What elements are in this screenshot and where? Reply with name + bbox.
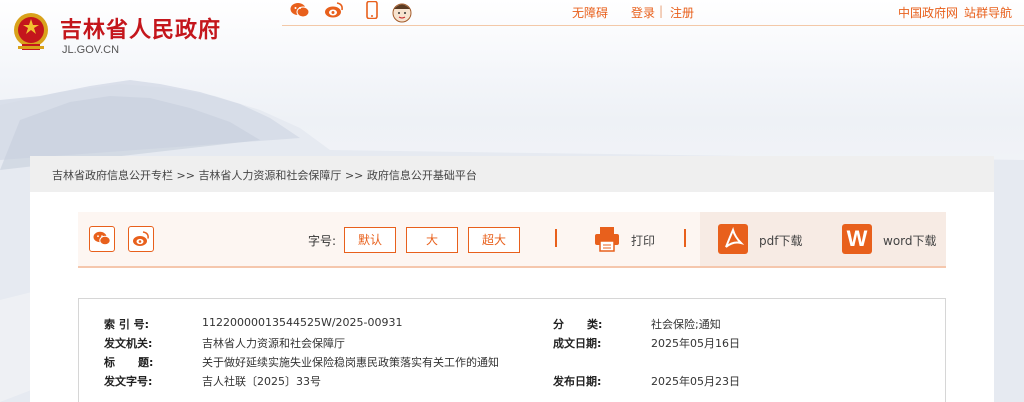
divider — [555, 229, 557, 247]
site-title[interactable]: 吉林省人民政府 — [60, 12, 221, 44]
breadcrumb-separator: >> — [344, 169, 364, 182]
login-link[interactable]: 登录 — [631, 4, 655, 21]
register-link[interactable]: 注册 — [670, 4, 694, 21]
china-gov-link[interactable]: 中国政府网 — [898, 4, 958, 21]
issuer-label: 发文机关: — [104, 337, 153, 350]
separator: | — [659, 4, 664, 18]
divider — [684, 229, 686, 247]
breadcrumb-item-hrss[interactable]: 吉林省人力资源和社会保障厅 — [198, 169, 341, 182]
category-value: 社会保险;通知 — [651, 318, 721, 331]
mobile-icon[interactable] — [362, 0, 382, 20]
font-large-button[interactable]: 大 — [406, 227, 458, 253]
share-wechat-button[interactable] — [89, 226, 115, 252]
accessibility-link[interactable]: 无障碍 — [572, 4, 608, 21]
doc-number-value: 吉人社联〔2025〕33号 — [202, 375, 321, 388]
publish-date-label: 发布日期: — [553, 375, 602, 388]
pdf-icon[interactable] — [718, 224, 748, 254]
mascot-icon[interactable] — [390, 1, 414, 23]
breadcrumb-item-info-column[interactable]: 吉林省政府信息公开专栏 — [52, 169, 173, 182]
top-bar: 无障碍 登录 | 注册 中国政府网 站群导航 — [282, 0, 1024, 26]
document-info-table: 索 引 号: 11220000013544525W/2025-00931 分 类… — [78, 298, 946, 402]
site-nav-link[interactable]: 站群导航 — [964, 4, 1012, 21]
issuer-value: 吉林省人力资源和社会保障厅 — [202, 337, 345, 350]
font-xlarge-button[interactable]: 超大 — [468, 227, 520, 253]
weibo-icon[interactable] — [324, 1, 344, 19]
breadcrumb-item-platform[interactable]: 政府信息公开基础平台 — [367, 169, 477, 182]
wechat-icon — [93, 231, 111, 246]
share-weibo-button[interactable] — [128, 226, 154, 252]
download-zone: pdf下载 W word下载 — [700, 212, 946, 266]
site-domain: JL.GOV.CN — [62, 44, 120, 56]
font-default-button[interactable]: 默认 — [344, 227, 396, 253]
breadcrumb: 吉林省政府信息公开专栏 >> 吉林省人力资源和社会保障厅 >> 政府信息公开基础… — [52, 167, 477, 183]
category-label: 分 类: — [553, 318, 603, 331]
printer-icon[interactable] — [593, 225, 621, 253]
date-written-value: 2025年05月16日 — [651, 337, 740, 350]
breadcrumb-bar: 吉林省政府信息公开专栏 >> 吉林省人力资源和社会保障厅 >> 政府信息公开基础… — [30, 156, 994, 192]
date-written-label: 成文日期: — [553, 337, 602, 350]
weibo-icon — [133, 231, 149, 246]
wechat-icon[interactable] — [290, 1, 310, 19]
print-button[interactable]: 打印 — [631, 232, 655, 249]
index-label: 索 引 号: — [104, 318, 150, 331]
word-icon[interactable]: W — [842, 224, 872, 254]
pdf-download-link[interactable]: pdf下载 — [759, 232, 802, 249]
title-value: 关于做好延续实施失业保险稳岗惠民政策落实有关工作的通知 — [202, 356, 499, 369]
breadcrumb-separator: >> — [176, 169, 195, 182]
doc-number-label: 发文字号: — [104, 375, 153, 388]
word-download-link[interactable]: word下载 — [883, 232, 937, 249]
font-size-label: 字号: — [308, 234, 337, 248]
title-label: 标 题: — [104, 356, 154, 369]
national-emblem-logo — [10, 10, 52, 54]
index-value: 11220000013544525W/2025-00931 — [202, 316, 403, 329]
publish-date-value: 2025年05月23日 — [651, 375, 740, 388]
article-toolbar: 字号: 默认 大 超大 打印 pdf下载 W word下载 — [78, 212, 946, 268]
